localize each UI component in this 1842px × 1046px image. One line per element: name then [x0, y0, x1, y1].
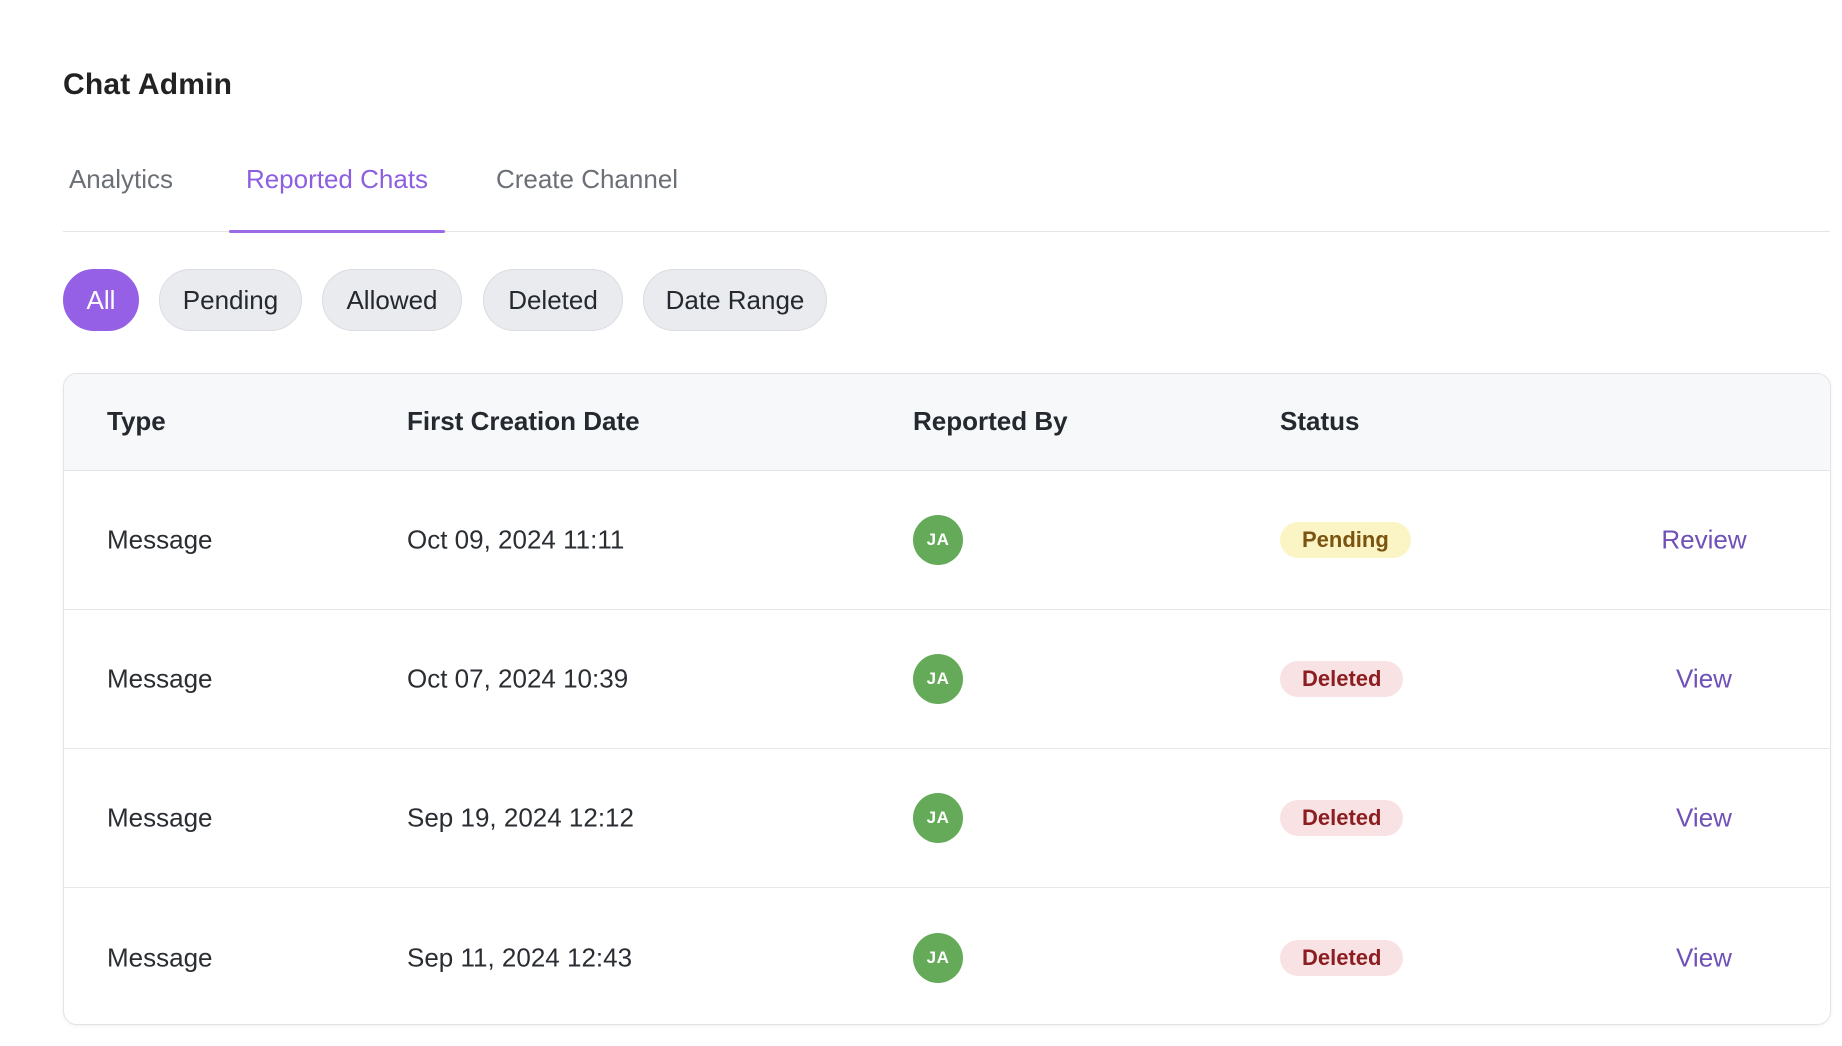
table-row: Message Oct 09, 2024 11:11 JA Pending Re…: [64, 471, 1830, 610]
status-badge: Deleted: [1280, 939, 1404, 976]
table-header: Type First Creation Date Reported By Sta…: [64, 374, 1830, 471]
column-header-date: First Creation Date: [407, 406, 640, 436]
type-cell: Message: [107, 802, 213, 833]
tab-create-channel[interactable]: Create Channel: [489, 150, 685, 232]
table-row: Message Sep 11, 2024 12:43 JA Deleted Vi…: [64, 888, 1830, 1024]
filter-allowed-button[interactable]: Allowed: [322, 269, 462, 331]
avatar: JA: [913, 932, 963, 983]
filter-date-range-button[interactable]: Date Range: [643, 269, 827, 331]
filter-pending-button[interactable]: Pending: [159, 269, 302, 331]
filter-deleted-button[interactable]: Deleted: [483, 269, 623, 331]
filter-all-button[interactable]: All: [63, 269, 139, 331]
date-cell: Oct 07, 2024 10:39: [407, 663, 629, 694]
status-badge: Deleted: [1280, 800, 1404, 836]
review-link[interactable]: Review: [1644, 525, 1764, 556]
view-link[interactable]: View: [1644, 664, 1764, 695]
tab-reported-chats[interactable]: Reported Chats: [229, 150, 445, 233]
avatar: JA: [913, 515, 963, 565]
view-link[interactable]: View: [1644, 803, 1764, 834]
table-row: Message Sep 19, 2024 12:12 JA Deleted Vi…: [64, 749, 1830, 888]
type-cell: Message: [107, 663, 213, 694]
table-row: Message Oct 07, 2024 10:39 JA Deleted Vi…: [64, 610, 1830, 749]
column-header-reported-by: Reported By: [913, 406, 1068, 436]
date-cell: Sep 19, 2024 12:12: [407, 802, 634, 833]
tab-label: Reported Chats: [245, 164, 429, 194]
type-cell: Message: [107, 524, 213, 555]
tab-label: Create Channel: [495, 164, 679, 194]
type-cell: Message: [107, 942, 213, 972]
reported-chats-table: Type First Creation Date Reported By Sta…: [63, 373, 1831, 1025]
chat-admin-page: Chat Admin Analytics Reported Chats Crea…: [0, 0, 1842, 1046]
date-cell: Sep 11, 2024 12:43: [407, 942, 633, 972]
status-badge: Deleted: [1280, 661, 1404, 697]
tab-label: Analytics: [68, 164, 174, 194]
view-link[interactable]: View: [1644, 942, 1764, 973]
tab-analytics[interactable]: Analytics: [63, 150, 179, 232]
column-header-status: Status: [1280, 406, 1360, 436]
avatar: JA: [913, 654, 963, 704]
column-header-type: Type: [107, 406, 166, 436]
tab-bar: Analytics Reported Chats Create Channel: [63, 150, 1830, 233]
avatar: JA: [913, 793, 963, 843]
date-cell: Oct 09, 2024 11:11: [407, 524, 625, 555]
page-title: Chat Admin: [63, 68, 233, 101]
status-badge: Pending: [1280, 522, 1411, 558]
